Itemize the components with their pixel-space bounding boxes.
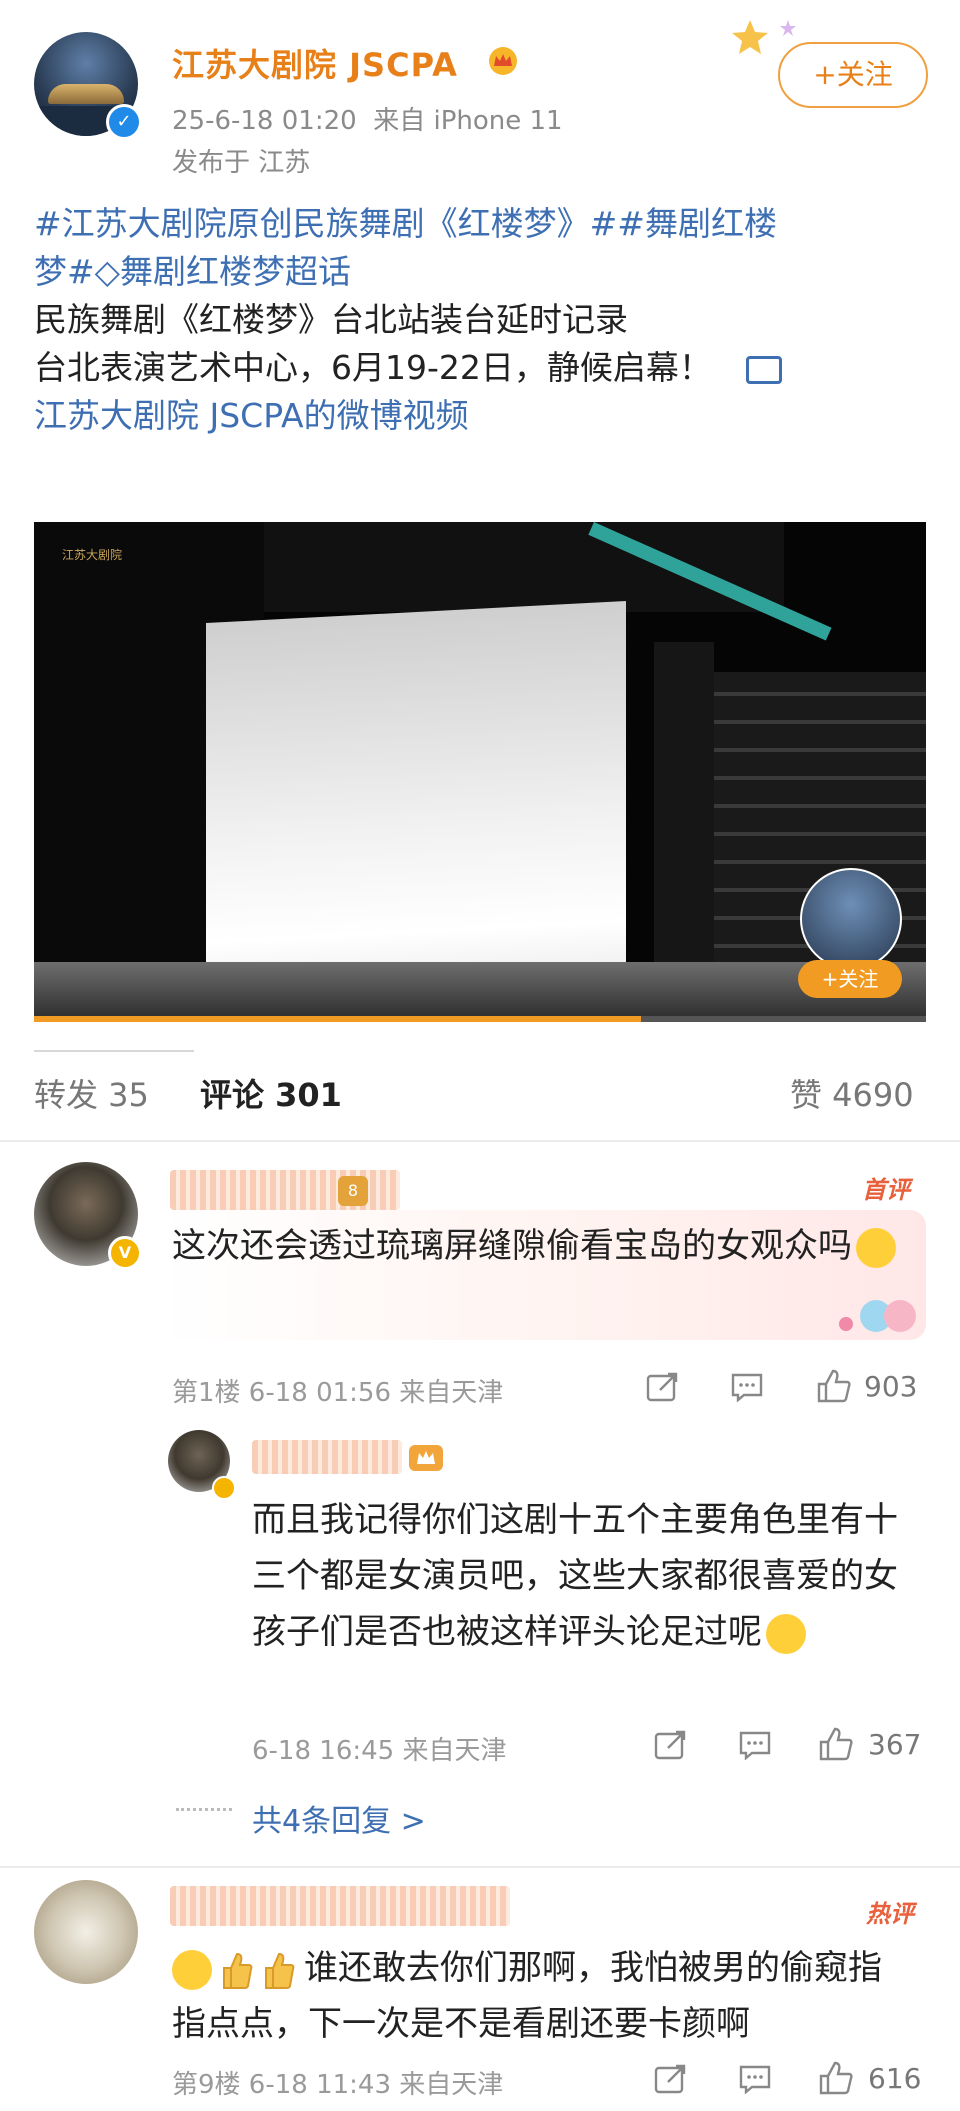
follow-button[interactable]: +关注 — [778, 42, 928, 108]
tab-comments[interactable]: 评论 301 — [200, 1070, 342, 1116]
replier-name-redacted[interactable] — [252, 1440, 402, 1474]
like-count: 616 — [868, 2062, 922, 2095]
surprised-face-emoji — [766, 1613, 806, 1654]
hashtag-line-2: 梦#◇舞剧红楼梦超话 — [34, 248, 924, 296]
reply-icon[interactable] — [738, 1730, 772, 1760]
hot-comment-badge: 热评 — [866, 1900, 914, 1928]
crown-icon — [489, 47, 517, 75]
like-count: 903 — [864, 1370, 918, 1403]
comment-text-body: 这次还会透过琉璃屏缝隙偷看宝岛的女观众吗 — [172, 1226, 852, 1266]
post-time: 25-6-18 01:20 — [172, 106, 357, 136]
divider — [0, 1866, 960, 1868]
like-icon[interactable] — [818, 2060, 854, 2096]
video-floor — [34, 962, 926, 1022]
reply-icon[interactable] — [738, 2064, 772, 2094]
post-location: 发布于 江苏 — [172, 148, 311, 178]
comment-text: 这次还会透过琉璃屏缝隙偷看宝岛的女观众吗 — [172, 1218, 902, 1274]
dotted-line — [176, 1808, 232, 1813]
video-player[interactable]: 江苏大剧院 +关注 — [34, 522, 926, 1022]
video-follow-button[interactable]: +关注 — [798, 960, 902, 998]
divider — [0, 1140, 960, 1142]
share-icon[interactable] — [654, 2064, 688, 2094]
reply-meta: 6-18 16:45 来自天津 — [252, 1736, 507, 1766]
tab-likes[interactable]: 赞 4690 — [790, 1070, 914, 1116]
comment-meta: 第1楼 6-18 01:56 来自天津 — [172, 1378, 504, 1408]
tab-repost[interactable]: 转发 35 — [34, 1070, 149, 1116]
share-icon[interactable] — [654, 1730, 688, 1760]
share-icon[interactable] — [646, 1372, 680, 1402]
supertopic-link[interactable]: 舞剧红楼梦超话 — [120, 252, 351, 291]
post-source: 来自 iPhone 11 — [373, 106, 563, 136]
video-stage-screen — [206, 600, 626, 1022]
reply-text: 而且我记得你们这剧十五个主要角色里有十三个都是女演员吧，这些大家都很喜爱的女孩子… — [252, 1492, 912, 1660]
level-badge: 8 — [338, 1176, 368, 1206]
thumbs-up-emoji — [265, 1952, 295, 1989]
more-replies-link[interactable]: 共4条回复 > — [252, 1796, 426, 1840]
crown-badge-icon — [409, 1445, 443, 1471]
diamond-icon: ◇ — [94, 252, 121, 291]
video-uploader-avatar[interactable] — [800, 868, 902, 970]
first-comment-badge: 首评 — [862, 1176, 910, 1204]
post-body: #江苏大剧院原创民族舞剧《红楼梦》##舞剧红楼 梦#◇舞剧红楼梦超话 民族舞剧《… — [34, 200, 924, 440]
verified-icon: V — [108, 1236, 142, 1270]
hashtag-line[interactable]: #江苏大剧院原创民族舞剧《红楼梦》##舞剧红楼 — [34, 200, 924, 248]
verified-icon: ✓ — [106, 104, 142, 140]
video-truss — [264, 522, 784, 612]
comment-meta: 第9楼 6-18 11:43 来自天津 — [172, 2070, 504, 2100]
video-progress-fill — [34, 1016, 641, 1022]
reply-icon[interactable] — [730, 1372, 764, 1402]
like-icon[interactable] — [816, 1368, 852, 1404]
video-camera-icon — [745, 355, 782, 384]
thumbs-up-emoji — [223, 1952, 253, 1989]
account-name[interactable]: 江苏大剧院 JSCPA — [172, 40, 458, 86]
commenter-avatar[interactable] — [34, 1880, 138, 1984]
bears-sticker-icon — [839, 1300, 916, 1332]
post-time-source: 25-6-18 01:20 来自 iPhone 11 — [172, 100, 563, 137]
like-icon[interactable] — [818, 1726, 854, 1762]
video-link[interactable]: 江苏大剧院 JSCPA的微博视频 — [34, 392, 924, 440]
hashtag-end[interactable]: 梦# — [34, 252, 95, 291]
video-logo: 江苏大剧院 — [62, 548, 123, 562]
post-line-3: 民族舞剧《红楼梦》台北站装台延时记录 — [34, 300, 628, 339]
verified-icon — [212, 1476, 236, 1500]
video-progress-bar[interactable] — [34, 1016, 926, 1022]
post-line-4-text: 台北表演艺术中心，6月19-22日，静候启幕！ — [34, 348, 712, 387]
grinning-face-emoji — [172, 1949, 212, 1990]
comment-text: 谁还敢去你们那啊，我怕被男的偷窥指指点点，下一次是不是看剧还要卡颜啊 — [172, 1940, 912, 2052]
commenter-name-redacted[interactable] — [170, 1886, 510, 1926]
tab-divider — [34, 1050, 194, 1052]
like-count: 367 — [868, 1728, 922, 1761]
pleading-face-emoji — [856, 1227, 896, 1268]
post-line-4: 台北表演艺术中心，6月19-22日，静候启幕！ — [34, 344, 924, 392]
